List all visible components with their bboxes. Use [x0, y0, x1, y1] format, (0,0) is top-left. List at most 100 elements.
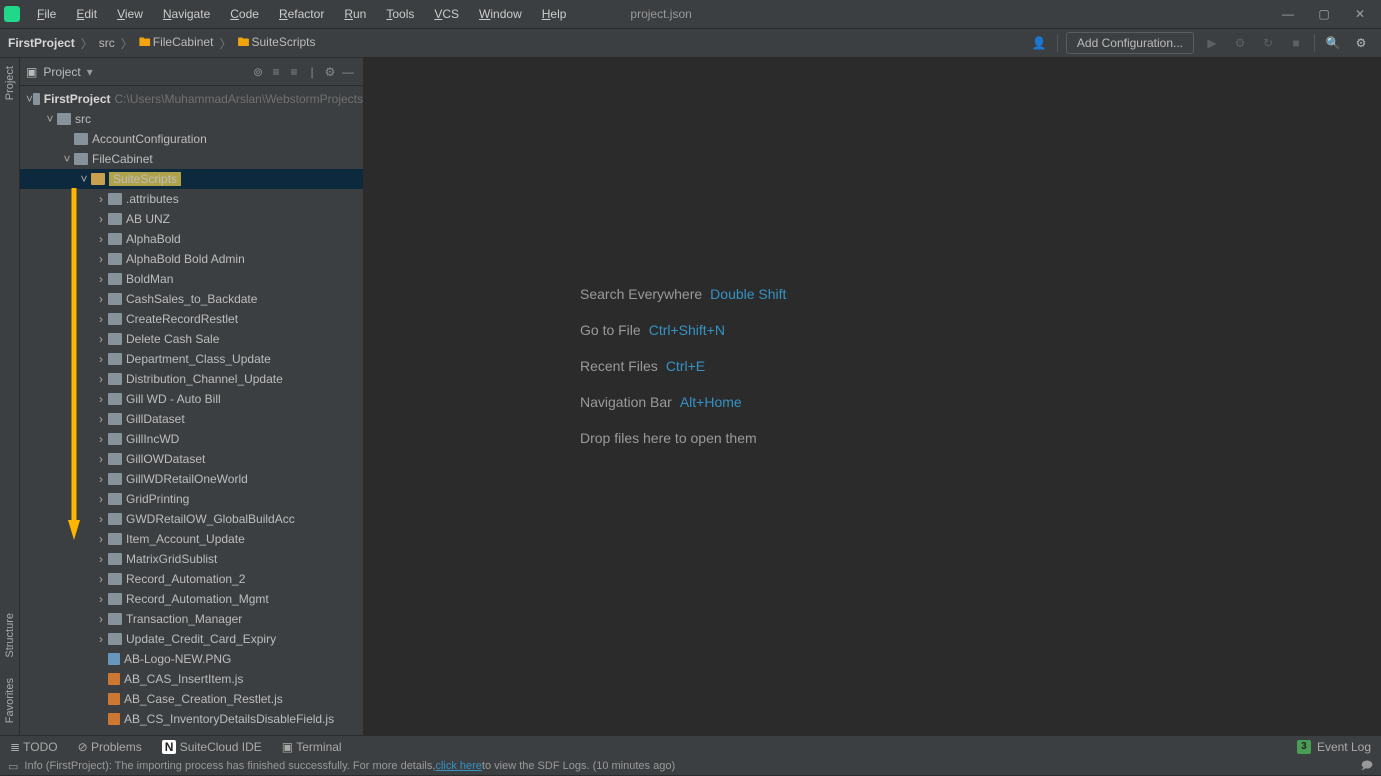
menu-tools[interactable]: Tools: [377, 0, 423, 29]
close-button[interactable]: ✕: [1353, 7, 1367, 21]
tree-row[interactable]: ›CreateRecordRestlet: [20, 309, 363, 329]
tree-twisty-icon[interactable]: ›: [94, 352, 108, 366]
tree-row[interactable]: ›GridPrinting: [20, 489, 363, 509]
project-tree[interactable]: ˅FirstProjectC:\Users\MuhammadArslan\Web…: [20, 86, 363, 735]
coverage-icon[interactable]: ↻: [1258, 33, 1278, 53]
tree-row[interactable]: ›Distribution_Channel_Update: [20, 369, 363, 389]
tree-row[interactable]: ›GillOWDataset: [20, 449, 363, 469]
tree-twisty-icon[interactable]: ›: [94, 592, 108, 606]
tree-row[interactable]: ›BoldMan: [20, 269, 363, 289]
maximize-button[interactable]: ▢: [1317, 7, 1331, 21]
debug-icon[interactable]: ⚙: [1230, 33, 1250, 53]
tree-twisty-icon[interactable]: ›: [94, 572, 108, 586]
breadcrumb[interactable]: FirstProject 〉 src 〉 🖿FileCabinet 〉 🖿Sui…: [0, 33, 316, 54]
tree-twisty-icon[interactable]: ˅: [26, 92, 33, 106]
target-icon[interactable]: ⊚: [249, 65, 267, 79]
tree-row[interactable]: ›AB UNZ: [20, 209, 363, 229]
tree-row[interactable]: ›.attributes: [20, 189, 363, 209]
tree-twisty-icon[interactable]: ˅: [60, 152, 74, 166]
tree-row[interactable]: ›Transaction_Manager: [20, 609, 363, 629]
tree-row[interactable]: AB-Logo-NEW.PNG: [20, 649, 363, 669]
tree-twisty-icon[interactable]: ˅: [77, 172, 91, 186]
add-configuration-button[interactable]: Add Configuration...: [1066, 32, 1194, 54]
problems-tab[interactable]: ⊘ Problems: [78, 740, 142, 754]
tree-row[interactable]: ˅SuiteScripts: [20, 169, 363, 189]
tree-twisty-icon[interactable]: ›: [94, 232, 108, 246]
tree-twisty-icon[interactable]: ›: [94, 472, 108, 486]
gear-icon[interactable]: ⚙: [1351, 33, 1371, 53]
breadcrumb-item[interactable]: src: [99, 36, 115, 50]
menu-window[interactable]: Window: [470, 0, 531, 29]
breadcrumb-item[interactable]: 🖿FileCabinet: [139, 33, 214, 54]
tree-row[interactable]: ˅src: [20, 109, 363, 129]
panel-title[interactable]: Project: [43, 65, 80, 79]
tree-row[interactable]: ›MatrixGridSublist: [20, 549, 363, 569]
menu-edit[interactable]: Edit: [67, 0, 106, 29]
stop-icon[interactable]: ■: [1286, 33, 1306, 53]
tree-row[interactable]: AB_CAS_InsertItem.js: [20, 669, 363, 689]
tree-row[interactable]: ›AlphaBold: [20, 229, 363, 249]
tree-row[interactable]: ›Gill WD - Auto Bill: [20, 389, 363, 409]
tree-twisty-icon[interactable]: ›: [94, 312, 108, 326]
tree-twisty-icon[interactable]: ›: [94, 392, 108, 406]
search-icon[interactable]: 🔍: [1323, 33, 1343, 53]
status-right-icon[interactable]: 🗩: [1361, 757, 1373, 776]
structure-tool-tab[interactable]: Structure: [4, 609, 16, 662]
tree-row[interactable]: ›GillWDRetailOneWorld: [20, 469, 363, 489]
tree-row[interactable]: AB_CS_InventoryDetailsDisableField.js: [20, 709, 363, 729]
tree-twisty-icon[interactable]: ›: [94, 532, 108, 546]
menu-view[interactable]: View: [108, 0, 152, 29]
tree-row[interactable]: ›Update_Credit_Card_Expiry: [20, 629, 363, 649]
tree-row[interactable]: ›Item_Account_Update: [20, 529, 363, 549]
tree-twisty-icon[interactable]: ›: [94, 432, 108, 446]
menu-help[interactable]: Help: [533, 0, 576, 29]
status-icon[interactable]: ▭: [8, 760, 18, 773]
breadcrumb-item[interactable]: 🖿SuiteScripts: [237, 33, 315, 54]
favorites-tool-tab[interactable]: Favorites: [4, 674, 16, 727]
tree-twisty-icon[interactable]: ›: [94, 632, 108, 646]
todo-tab[interactable]: ≣ TODO: [10, 740, 58, 754]
menu-navigate[interactable]: Navigate: [154, 0, 219, 29]
breadcrumb-item[interactable]: FirstProject: [8, 36, 75, 50]
tree-row[interactable]: ›Record_Automation_2: [20, 569, 363, 589]
status-link[interactable]: click here: [435, 760, 481, 772]
tree-row[interactable]: ›GillDataset: [20, 409, 363, 429]
tree-twisty-icon[interactable]: ›: [94, 252, 108, 266]
tree-twisty-icon[interactable]: ›: [94, 272, 108, 286]
tree-twisty-icon[interactable]: ›: [94, 512, 108, 526]
tree-twisty-icon[interactable]: ›: [94, 412, 108, 426]
eventlog-tab[interactable]: Event Log: [1317, 740, 1371, 754]
tree-row[interactable]: ›CashSales_to_Backdate: [20, 289, 363, 309]
tree-twisty-icon[interactable]: ˅: [43, 112, 57, 126]
gear-icon[interactable]: ⚙: [321, 65, 339, 79]
tree-twisty-icon[interactable]: ›: [94, 552, 108, 566]
terminal-tab[interactable]: ▣ Terminal: [282, 740, 342, 754]
menu-file[interactable]: File: [28, 0, 65, 29]
tree-row[interactable]: ›GWDRetailOW_GlobalBuildAcc: [20, 509, 363, 529]
tree-row[interactable]: AB_Case_Creation_Restlet.js: [20, 689, 363, 709]
tree-twisty-icon[interactable]: ›: [94, 332, 108, 346]
minimize-panel-icon[interactable]: —: [339, 65, 357, 79]
tree-row[interactable]: ›Record_Automation_Mgmt: [20, 589, 363, 609]
tree-twisty-icon[interactable]: ›: [94, 452, 108, 466]
tree-twisty-icon[interactable]: ›: [94, 492, 108, 506]
menu-vcs[interactable]: VCS: [425, 0, 468, 29]
tree-row[interactable]: ›GillIncWD: [20, 429, 363, 449]
menu-run[interactable]: Run: [335, 0, 375, 29]
user-icon[interactable]: 👤: [1029, 33, 1049, 53]
tree-twisty-icon[interactable]: ›: [94, 372, 108, 386]
tree-row[interactable]: ›AlphaBold Bold Admin: [20, 249, 363, 269]
tree-row[interactable]: ›Department_Class_Update: [20, 349, 363, 369]
chevron-down-icon[interactable]: ▾: [87, 65, 93, 79]
tree-row[interactable]: AccountConfiguration: [20, 129, 363, 149]
tree-row[interactable]: ˅FileCabinet: [20, 149, 363, 169]
tree-row[interactable]: ˅FirstProjectC:\Users\MuhammadArslan\Web…: [20, 89, 363, 109]
tree-twisty-icon[interactable]: ›: [94, 192, 108, 206]
run-icon[interactable]: ▶: [1202, 33, 1222, 53]
project-tool-tab[interactable]: Project: [4, 62, 16, 104]
minimize-button[interactable]: —: [1281, 7, 1295, 21]
menu-code[interactable]: Code: [221, 0, 268, 29]
tree-twisty-icon[interactable]: ›: [94, 292, 108, 306]
menu-refactor[interactable]: Refactor: [270, 0, 333, 29]
suitecloud-tab[interactable]: N SuiteCloud IDE: [162, 740, 262, 754]
